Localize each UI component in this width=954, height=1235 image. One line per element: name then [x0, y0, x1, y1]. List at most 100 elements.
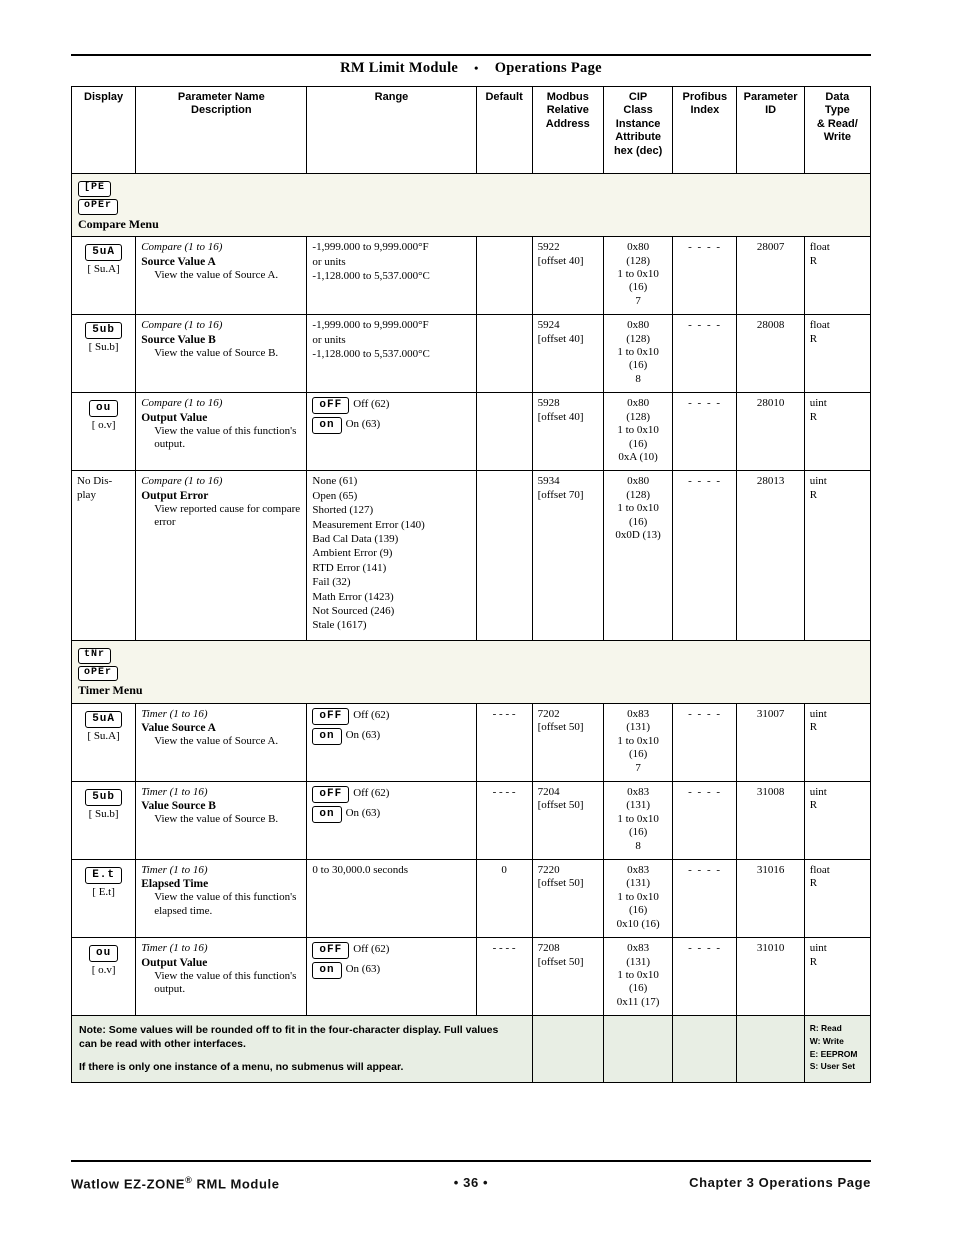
cip-line: 0x83: [627, 942, 650, 955]
profibus-index-value: - - - -: [688, 475, 722, 488]
range-option-chip: oFF: [312, 708, 350, 726]
cell-data-type: uint R: [803, 470, 872, 641]
legend-item: S: User Set: [809, 1061, 856, 1072]
modbus-offset: [offset 40]: [537, 332, 584, 345]
cell-range: oFF Off (62) on On (63): [306, 781, 477, 861]
cip-line: 0x83: [627, 864, 650, 877]
column-header-default-label: Default: [485, 91, 523, 103]
display-code-chip: 5ub: [85, 789, 122, 807]
parameter-id-value: 28008: [756, 319, 785, 332]
cip-line: 0x80: [627, 397, 650, 410]
modbus-offset: [offset 50]: [537, 955, 584, 968]
data-access-value: R: [809, 410, 818, 423]
cell-display: ou[ o.v]: [70, 392, 137, 472]
range-option-label: On (63): [345, 807, 381, 820]
parameter-id-value: 31008: [756, 786, 785, 799]
column-header-data-type-line4: Write: [823, 131, 851, 144]
display-code-chip: 5uA: [85, 711, 122, 729]
cell-cip: 0x83 (131) 1 to 0x10 (16) 0x10 (16): [602, 859, 674, 939]
parameter-description: View reported cause for compare error: [154, 502, 301, 529]
cell-modbus-address: 5922 [offset 40]: [531, 236, 604, 316]
cip-line: (128): [626, 332, 651, 345]
default-value: 0: [501, 864, 507, 877]
note-blank-profibus: [672, 1015, 738, 1083]
column-header-cip-line2: Class: [623, 104, 653, 117]
range-line: -1,999.000 to 9,999.000°F: [312, 319, 429, 332]
legend-item: W: Write: [809, 1035, 844, 1046]
cip-line: (131): [626, 799, 651, 812]
cip-line: 1 to 0x10: [617, 424, 659, 437]
parameter-name: Source Value A: [141, 255, 216, 268]
column-header-cip-line5: hex (dec): [613, 144, 663, 157]
data-type-value: uint: [809, 397, 827, 410]
cip-line: 1 to 0x10: [617, 812, 659, 825]
cell-parameter-name: Timer (1 to 16) Output Value View the valu…: [135, 937, 308, 1017]
column-header-modbus-line3: Address: [545, 117, 590, 130]
range-option: on On (63): [312, 417, 470, 435]
cell-cip: 0x80 (128) 1 to 0x10 (16) 8: [602, 314, 674, 394]
profibus-index-value: - - - -: [688, 786, 722, 799]
range-line: -1,128.000 to 5,537.000°C: [312, 348, 430, 361]
profibus-index-value: - - - -: [688, 942, 722, 955]
cip-line: (16): [628, 904, 648, 917]
data-type-value: float: [809, 241, 830, 254]
range-option-chip: on: [312, 962, 342, 980]
column-header-cip-line3: Instance: [615, 117, 661, 130]
note-line-2: can be read with other interfaces.: [79, 1038, 246, 1051]
cip-line: (131): [626, 721, 651, 734]
column-header-data-type-line1: Data: [825, 91, 850, 103]
cip-line: 0xA (10): [618, 450, 658, 463]
parameter-name: Output Error: [141, 489, 209, 502]
cip-line: 1 to 0x10: [617, 890, 659, 903]
cip-line: 1 to 0x10: [617, 968, 659, 981]
parameter-id-value: 28007: [756, 241, 785, 254]
cell-parameter-id: 28013: [736, 470, 805, 641]
cell-profibus-index: - - - -: [672, 314, 738, 394]
cell-data-type: uint R: [803, 702, 872, 783]
cip-line: 0x83: [627, 708, 650, 720]
cell-parameter-name: Compare (1 to 16) Output Value View the va…: [135, 392, 308, 472]
legend-item: E: EEPROM: [809, 1048, 858, 1059]
column-header-parameter-id: Parameter ID: [736, 86, 805, 174]
cell-profibus-index: - - - -: [672, 937, 738, 1017]
modbus-offset: [offset 50]: [537, 721, 584, 734]
cell-display: 5ub[ Su.b]: [70, 781, 137, 861]
display-code-chip: ou: [89, 400, 119, 418]
data-access-value: R: [809, 254, 818, 267]
column-header-data-type-line2: Type: [824, 104, 850, 117]
column-header-modbus-line2: Relative: [546, 104, 589, 117]
cell-cip: 0x80 (128) 1 to 0x10 (16) 0x0D (13): [602, 470, 674, 641]
parameter-menu-scope: Timer (1 to 16): [141, 708, 208, 720]
footer-divider: [71, 1160, 871, 1162]
cell-profibus-index: - - - -: [672, 392, 738, 472]
note-blank-modbus: [531, 1015, 604, 1083]
page-header: RM Limit Module • Operations Page: [71, 60, 871, 77]
table-row: ou[ o.v] Compare (1 to 16) Output Value Vie…: [70, 392, 872, 472]
range-option: oFF Off (62): [312, 708, 470, 726]
column-header-modbus-line1: Modbus: [546, 91, 589, 103]
profibus-index-value: - - - -: [688, 708, 722, 720]
range-option-label: On (63): [345, 418, 381, 431]
cip-line: (16): [628, 982, 648, 995]
data-access-value: R: [809, 955, 818, 968]
cip-line: 0x11 (17): [616, 995, 660, 1008]
parameter-id-value: 31007: [756, 708, 785, 720]
note-blank-cip: [602, 1015, 674, 1083]
parameter-name: Elapsed Time: [141, 878, 209, 891]
cell-parameter-id: 28008: [736, 314, 805, 394]
cell-display: E.t[ E.t]: [70, 859, 137, 939]
range-option: oFF Off (62): [312, 397, 470, 415]
document-page: RM Limit Module • Operations Page Display …: [0, 0, 954, 1235]
column-header-display: Display: [70, 86, 137, 174]
cell-parameter-id: 31016: [736, 859, 805, 939]
range-line: Not Sourced (246): [312, 604, 395, 617]
cell-profibus-index: - - - -: [672, 781, 738, 861]
operations-parameter-table: Display Parameter Name Description Range…: [70, 86, 872, 1083]
range-option-label: Off (62): [353, 398, 390, 411]
cell-display: No Dis-play: [70, 470, 137, 641]
cip-line: (131): [626, 877, 651, 890]
profibus-index-value: - - - -: [688, 241, 722, 254]
menu-section-cell: tNr oPEr Timer Menu: [71, 639, 871, 705]
menu-section-row-timer: tNr oPEr Timer Menu: [71, 639, 871, 705]
column-header-parameter-name-line2: Description: [191, 104, 252, 117]
